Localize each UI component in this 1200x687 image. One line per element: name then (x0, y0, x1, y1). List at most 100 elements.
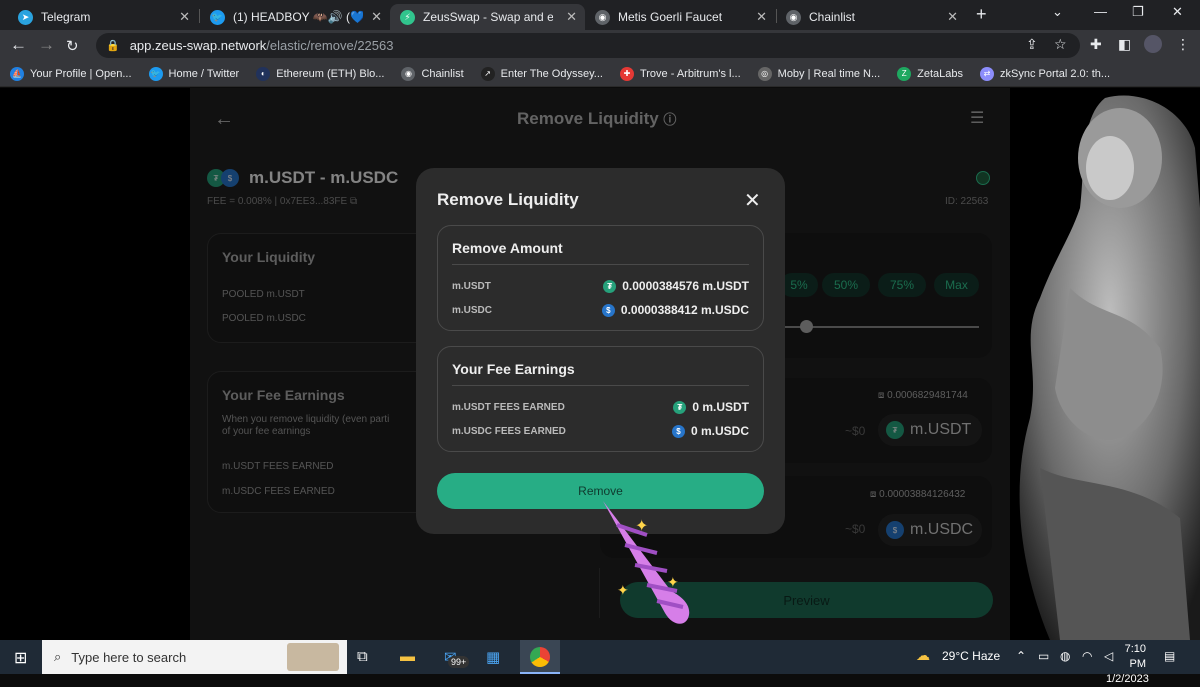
fee-label: m.USDC FEES EARNED (452, 425, 566, 437)
bookmark-item[interactable]: ◐ Ethereum (ETH) Blo... (256, 66, 384, 81)
bookmark-label: Moby | Real time N... (777, 67, 881, 80)
clock-time: 7:10 PM (1124, 643, 1146, 670)
network-icon[interactable]: ◍ (1060, 649, 1070, 663)
token-amount: 0.0000384576 m.USDT (622, 279, 749, 293)
url-path: /elastic/remove/22563 (266, 38, 394, 53)
twitter-icon: 🐦 (210, 9, 225, 25)
bookmark-label: Chainlist (421, 67, 464, 80)
task-view-icon[interactable]: ⧉ (357, 648, 368, 665)
share-icon[interactable]: ⇪ (1026, 36, 1038, 53)
tab-twitter[interactable]: 🐦 (1) HEADBOY 🦇🔊 (💙,🧡) ✕ (200, 4, 390, 30)
statue-image (1010, 88, 1200, 640)
file-explorer-icon[interactable]: ▬ (400, 648, 415, 665)
windows-start-icon[interactable]: ⊞ (14, 648, 27, 668)
tab-label: Chainlist (809, 10, 856, 24)
tab-label: Telegram (41, 10, 91, 24)
reload-button[interactable]: ↻ (66, 37, 79, 55)
svg-text:✦: ✦ (617, 583, 629, 599)
bookmark-label: zkSync Portal 2.0: th... (1000, 67, 1111, 80)
tab-label: (1) HEADBOY 🦇🔊 (💙,🧡) (233, 10, 363, 24)
bookmark-item[interactable]: ⛵ Your Profile | Open... (10, 66, 132, 81)
bookmark-item[interactable]: 🐦 Home / Twitter (148, 66, 239, 81)
tab-label: Metis Goerli Faucet (618, 10, 723, 24)
tab-metis-faucet[interactable]: ◉ Metis Goerli Faucet ✕ (585, 4, 775, 30)
bookmark-item[interactable]: ✚ Trove - Arbitrum's l... (619, 66, 741, 81)
chevron-up-icon[interactable]: ⌃ (1016, 649, 1026, 663)
close-tab-icon[interactable]: ✕ (371, 9, 382, 25)
close-icon[interactable]: ✕ (744, 188, 761, 213)
weather-icon: ☁ (916, 647, 930, 663)
close-tab-icon[interactable]: ✕ (947, 9, 958, 25)
close-window-button[interactable]: ✕ (1172, 4, 1183, 20)
trove-icon: ✚ (619, 66, 634, 81)
menu-icon[interactable]: ⋮ (1176, 36, 1190, 53)
usdc-icon: $ (601, 303, 615, 317)
notification-icon[interactable]: ▤ (1164, 649, 1175, 663)
tab-chainlist[interactable]: ◉ Chainlist ✕ (776, 4, 966, 30)
bookmark-label: Enter The Odyssey... (500, 67, 603, 80)
mail-badge: 99+ (448, 656, 470, 668)
bookmark-item[interactable]: ◎ Moby | Real time N... (757, 66, 881, 81)
weather-text[interactable]: 29°C Haze (942, 649, 1000, 663)
bookmark-item[interactable]: ↗ Enter The Odyssey... (480, 66, 603, 81)
tab-strip: ➤ Telegram ✕ 🐦 (1) HEADBOY 🦇🔊 (💙,🧡) ✕ ⚡ … (0, 0, 1200, 30)
sidepanel-icon[interactable]: ◧ (1118, 36, 1131, 53)
extensions-icon[interactable]: ✚ (1090, 36, 1102, 53)
close-tab-icon[interactable]: ✕ (756, 9, 767, 25)
battery-icon[interactable]: ▭ (1038, 649, 1049, 663)
browser-toolbar: ← → ↻ 🔒 app.zeus-swap.network/elastic/re… (0, 30, 1200, 61)
restore-button[interactable]: ❐ (1132, 4, 1144, 20)
clock[interactable]: 7:10 PM 1/2/2023 (1106, 642, 1149, 687)
fee-earnings-box: Your Fee Earnings m.USDT FEES EARNED ₮ 0 … (437, 346, 764, 452)
usdt-icon: ₮ (673, 400, 687, 414)
bookmark-item[interactable]: ⇄ zkSync Portal 2.0: th... (980, 66, 1111, 81)
odyssey-icon: ↗ (480, 66, 495, 81)
token-amount: 0.0000388412 m.USDC (620, 303, 749, 317)
url-domain: app.zeus-swap.network (129, 38, 267, 53)
profile-avatar[interactable] (1144, 35, 1162, 53)
usdt-icon: ₮ (603, 279, 617, 293)
chrome-taskbar-button[interactable] (520, 640, 560, 674)
unicorn-horn-cursor-icon: ✦ ✦ ✦ (603, 501, 690, 624)
tab-zeusswap[interactable]: ⚡ ZeusSwap - Swap and earn to ✕ (390, 4, 585, 30)
tab-telegram[interactable]: ➤ Telegram ✕ (8, 4, 198, 30)
fee-row: m.USDT FEES EARNED ₮ 0 m.USDT (452, 399, 749, 415)
bookmark-label: Trove - Arbitrum's l... (639, 67, 741, 80)
fee-label: m.USDT FEES EARNED (452, 401, 565, 413)
search-icon: ⌕ (54, 649, 62, 664)
modal-title: Remove Liquidity (437, 190, 579, 209)
opensea-icon: ⛵ (10, 66, 24, 81)
bookmark-item[interactable]: Z ZetaLabs (897, 66, 963, 81)
fee-amount: 0 m.USDC (690, 424, 749, 438)
minimize-button[interactable]: — (1094, 4, 1107, 19)
telegram-icon: ➤ (18, 9, 33, 25)
fee-row: m.USDC FEES EARNED $0 m.USDC (452, 423, 749, 439)
fee-earnings-title: Your Fee Earnings (452, 361, 575, 377)
tab-search-icon[interactable]: ⌄ (1052, 4, 1063, 20)
bookmark-label: Your Profile | Open... (30, 67, 132, 80)
svg-text:✦: ✦ (667, 575, 679, 591)
chrome-icon (530, 647, 550, 667)
moby-icon: ◎ (757, 66, 772, 81)
token-label: m.USDT (452, 280, 491, 292)
store-icon[interactable]: ▦ (486, 648, 500, 666)
close-tab-icon[interactable]: ✕ (179, 9, 190, 25)
back-button[interactable]: ← (10, 35, 27, 55)
forward-button[interactable]: → (38, 35, 55, 55)
windows-taskbar: ⊞ ⌕ Type here to search ⧉ ▬ ✉ 99+ ▦ ☁ 29… (0, 640, 1200, 685)
clock-date: 1/2/2023 (1106, 673, 1149, 685)
zksync-icon: ⇄ (980, 66, 995, 81)
divider (452, 385, 749, 386)
etherscan-icon: ◐ (256, 66, 271, 81)
divider (452, 264, 749, 265)
bookmark-star-icon[interactable]: ☆ (1054, 36, 1067, 53)
taskbar-search[interactable]: ⌕ Type here to search (42, 640, 347, 674)
new-tab-button[interactable]: + (976, 4, 987, 25)
zeusswap-icon: ⚡ (400, 9, 415, 25)
address-bar[interactable]: 🔒 app.zeus-swap.network/elastic/remove/2… (96, 33, 1080, 58)
globe-icon: ◉ (595, 9, 610, 25)
search-highlight-image (287, 643, 339, 671)
bookmark-item[interactable]: ◉ Chainlist (401, 66, 464, 81)
wifi-icon[interactable]: ◠ (1082, 649, 1092, 663)
close-tab-icon[interactable]: ✕ (566, 9, 577, 25)
